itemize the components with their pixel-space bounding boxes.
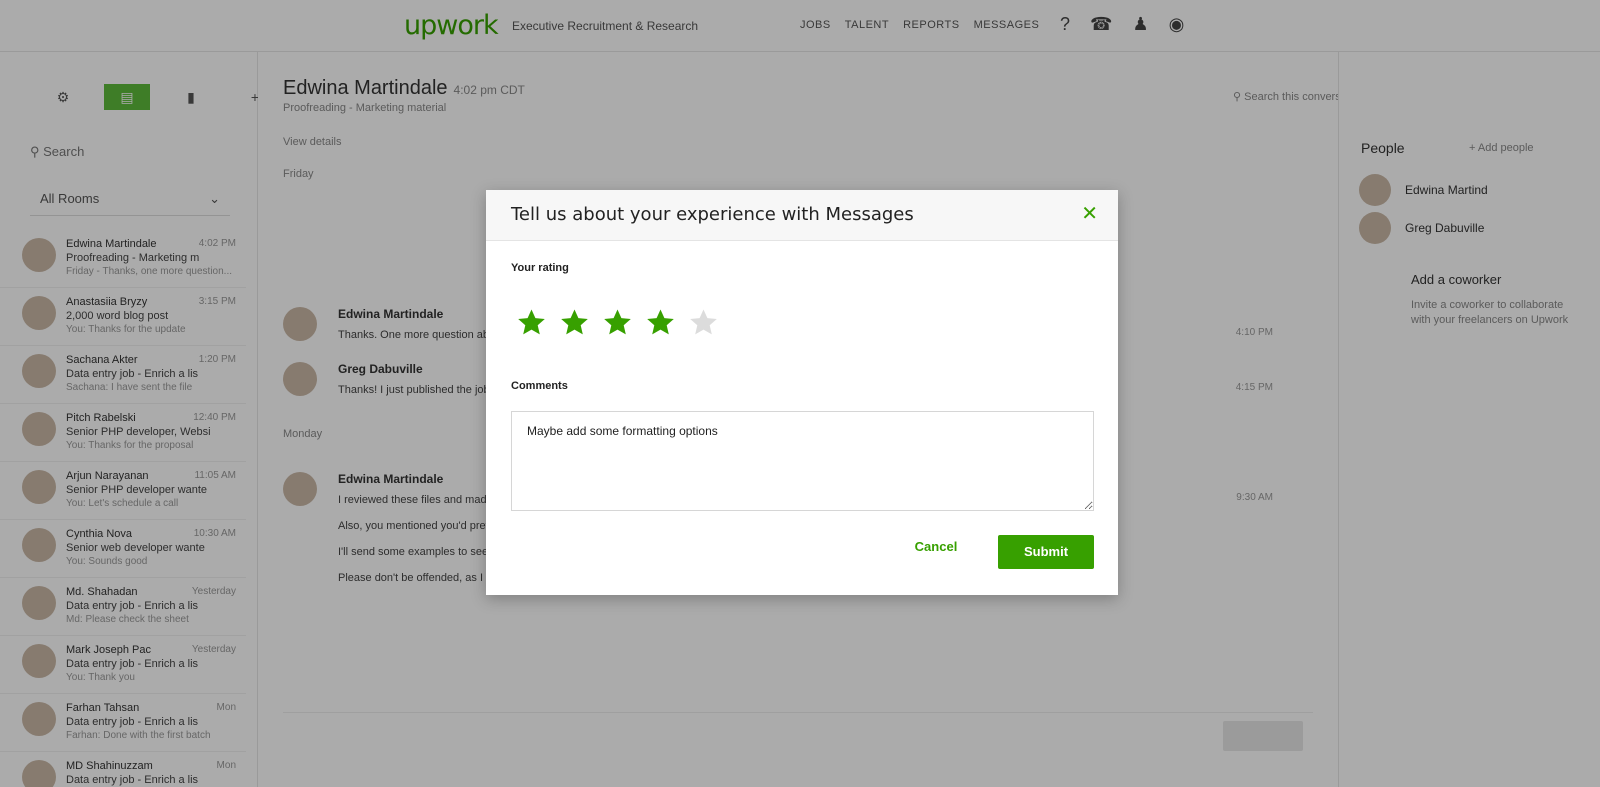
- comments-textarea[interactable]: [511, 411, 1094, 511]
- rating-label: Your rating: [511, 262, 569, 274]
- dialog-header: Tell us about your experience with Messa…: [486, 190, 1118, 241]
- star-filled-icon[interactable]: [560, 308, 589, 337]
- cancel-button[interactable]: Cancel: [906, 536, 966, 558]
- submit-button[interactable]: Submit: [998, 535, 1094, 569]
- star-rating: [517, 308, 718, 337]
- comments-label: Comments: [511, 380, 568, 392]
- dialog-title: Tell us about your experience with Messa…: [511, 204, 914, 225]
- close-icon[interactable]: ✕: [1081, 202, 1098, 226]
- star-filled-icon[interactable]: [603, 308, 632, 337]
- star-filled-icon[interactable]: [517, 308, 546, 337]
- star-filled-icon[interactable]: [646, 308, 675, 337]
- feedback-dialog: Tell us about your experience with Messa…: [486, 190, 1118, 595]
- star-empty-icon[interactable]: [689, 308, 718, 337]
